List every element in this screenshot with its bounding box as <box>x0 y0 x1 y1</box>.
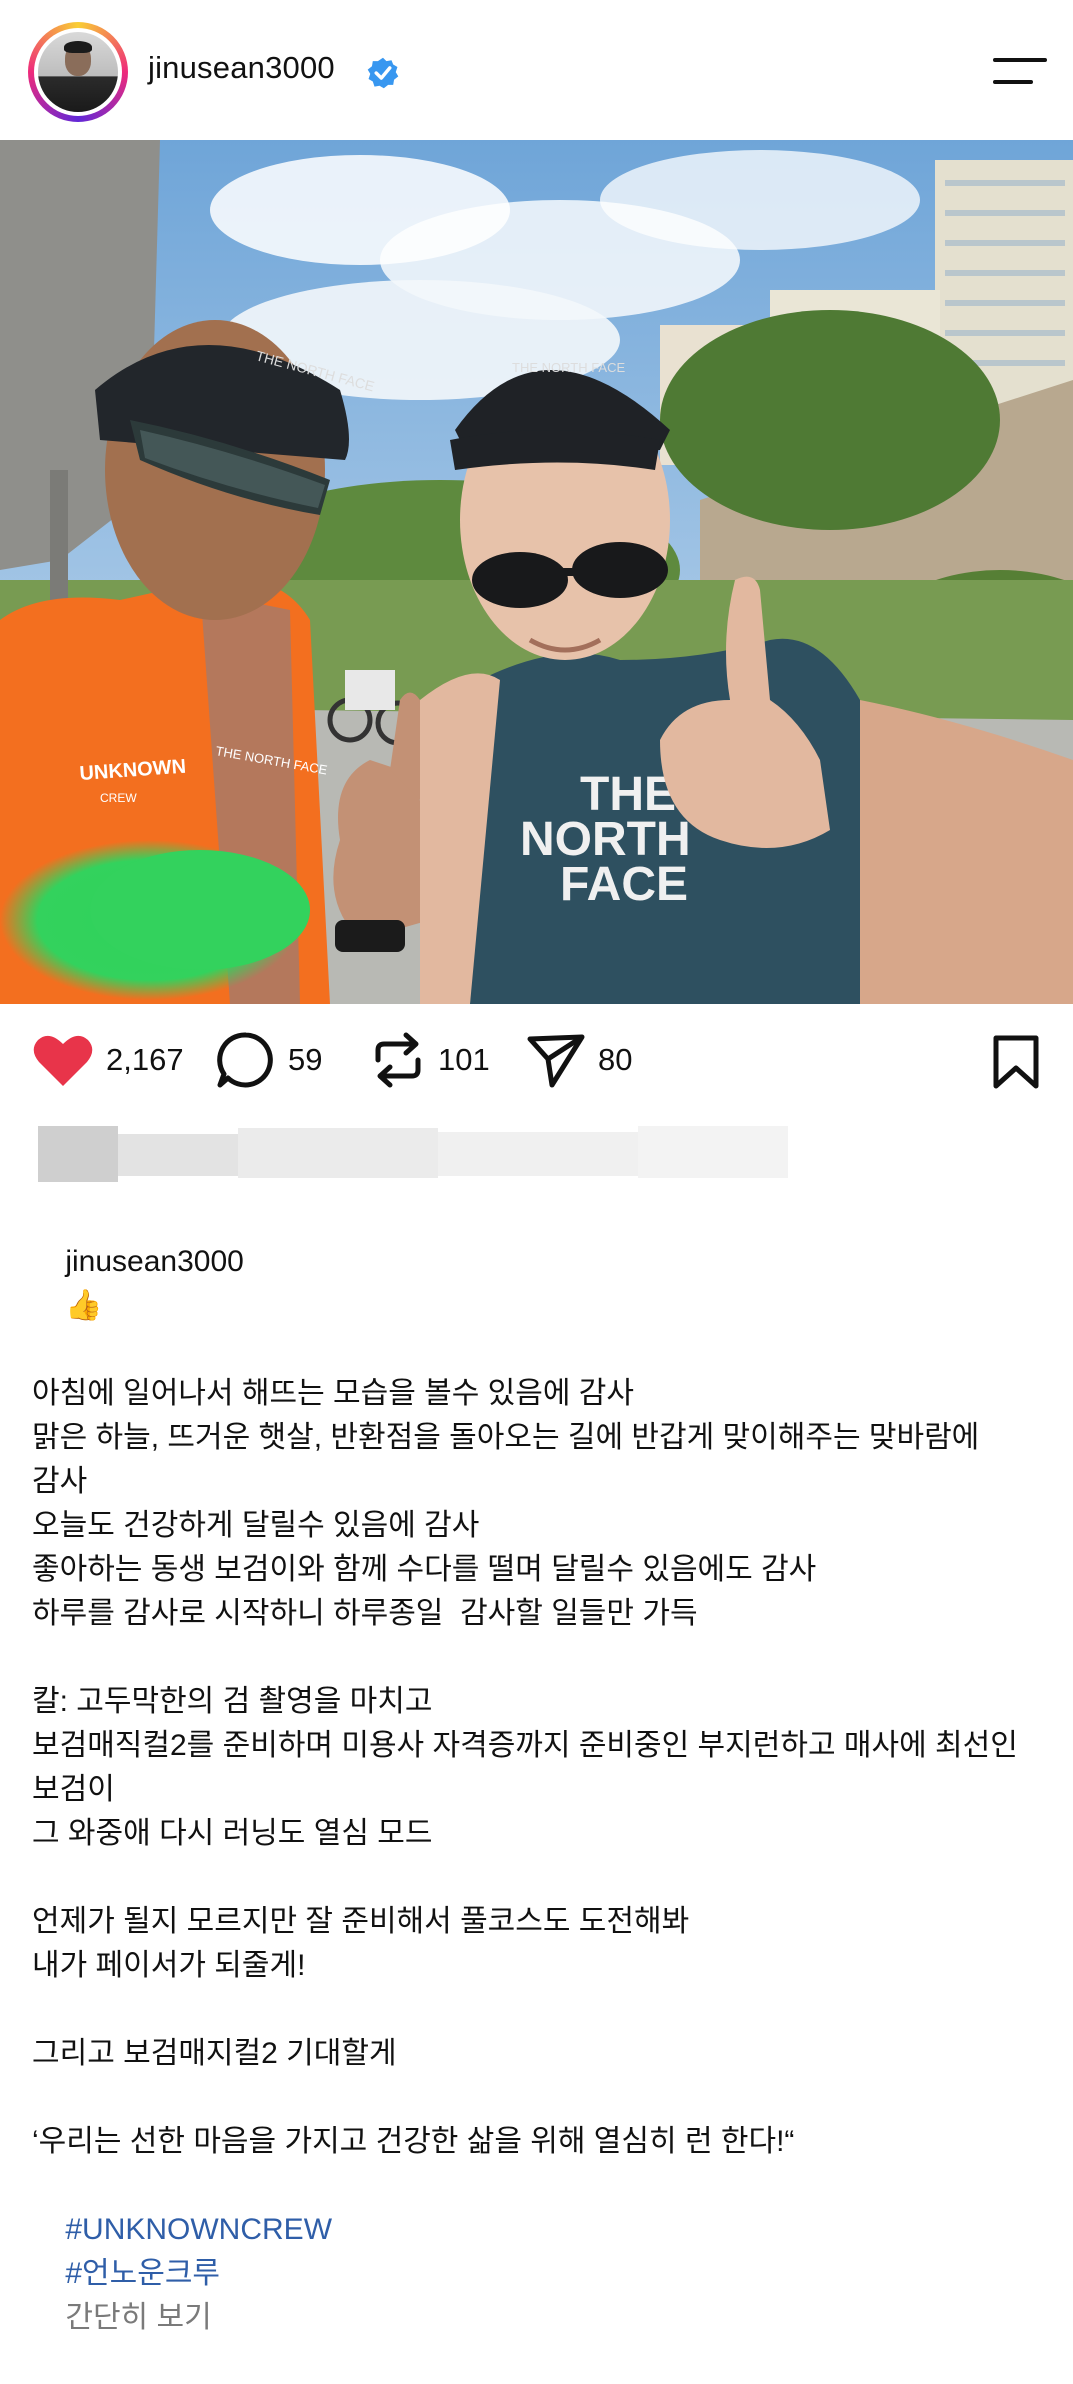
caption-line: 아침에 일어나서 해뜨는 모습을 볼수 있음에 감사 <box>32 1377 635 1410</box>
post-caption: jinusean3000 👍 아침에 일어나서 해뜨는 모습을 볼수 있음에 감… <box>32 1196 1042 2384</box>
repost-icon <box>375 1032 421 1088</box>
cap-logo-right: THE NORTH FACE <box>512 360 625 375</box>
send-icon <box>527 1034 585 1088</box>
caption-line <box>32 1988 1042 2032</box>
caption-line: 보검매직컬2를 준비하며 미용사 자격증까지 준비중인 부지런하고 매사에 최선… <box>32 1729 1018 1762</box>
shirt-right-line3: FACE <box>560 858 688 911</box>
post-header: jinusean3000 <box>0 0 1073 140</box>
like-button[interactable]: 2,167 <box>32 1030 184 1090</box>
share-button[interactable]: 80 <box>526 1030 632 1090</box>
caption-username[interactable]: jinusean3000 <box>65 1245 244 1278</box>
caption-line: 감사 <box>32 1465 88 1498</box>
avatar-photo <box>34 28 122 116</box>
hashtag-link[interactable]: #언노운크루 <box>65 2257 220 2290</box>
repost-count: 101 <box>438 1042 490 1077</box>
hashtag-link[interactable]: #UNKNOWNCREW <box>65 2213 332 2246</box>
show-less-link[interactable]: 간단히 보기 <box>65 2301 211 2334</box>
heart-icon <box>33 1035 93 1086</box>
bookmark-icon[interactable] <box>990 1034 1042 1090</box>
selfie-image: 101 THE NORTH FACE UNKNOWN CREW THE NORT… <box>0 140 1073 1004</box>
caption-line: ‘우리는 선한 마음을 가지고 건강한 삶을 위해 열심히 런 한다!“ <box>32 2125 795 2158</box>
post-photo[interactable]: 101 THE NORTH FACE UNKNOWN CREW THE NORT… <box>0 140 1073 1004</box>
caption-line <box>32 1636 1042 1680</box>
post-action-bar: 2,167 59 101 80 <box>0 1020 1073 1110</box>
caption-line: 오늘도 건강하게 달릴수 있음에 감사 <box>32 1509 480 1542</box>
post-username[interactable]: jinusean3000 <box>148 50 335 86</box>
comment-icon <box>217 1032 273 1088</box>
blurred-liked-by-row <box>38 1126 788 1182</box>
profile-avatar[interactable] <box>28 22 128 122</box>
caption-line <box>32 1856 1042 1900</box>
caption-line: 보검이 <box>32 1773 115 1806</box>
repost-button[interactable]: 101 <box>370 1030 490 1090</box>
like-count: 2,167 <box>106 1042 184 1077</box>
hamburger-menu-icon[interactable] <box>993 56 1047 88</box>
caption-line: 내가 페이서가 되줄게! <box>32 1949 306 1982</box>
caption-line: 그 와중애 다시 러닝도 열심 모드 <box>32 1817 433 1850</box>
comment-count: 59 <box>288 1042 323 1077</box>
shirt-left-sub: CREW <box>100 791 137 805</box>
caption-line <box>32 2076 1042 2120</box>
thumbs-up-emoji: 👍 <box>65 1289 103 1322</box>
caption-line: 맑은 하늘, 뜨거운 햇살, 반환점을 돌아오는 길에 반갑게 맞이해주는 맞바… <box>32 1421 980 1454</box>
comment-button[interactable]: 59 <box>216 1030 322 1090</box>
verified-badge-icon <box>367 57 399 89</box>
share-count: 80 <box>598 1042 633 1077</box>
caption-line: 언제가 될지 모르지만 잘 준비해서 풀코스도 도전해봐 <box>32 1905 690 1938</box>
caption-line: 좋아하는 동생 보검이와 함께 수다를 떨며 달릴수 있음에도 감사 <box>32 1553 817 1586</box>
caption-line: 칼: 고두막한의 검 촬영을 마치고 <box>32 1685 433 1718</box>
caption-line: 하루를 감사로 시작하니 하루종일 감사할 일들만 가득 <box>32 1597 698 1630</box>
caption-line: 그리고 보검매지컬2 기대할게 <box>32 2037 397 2070</box>
